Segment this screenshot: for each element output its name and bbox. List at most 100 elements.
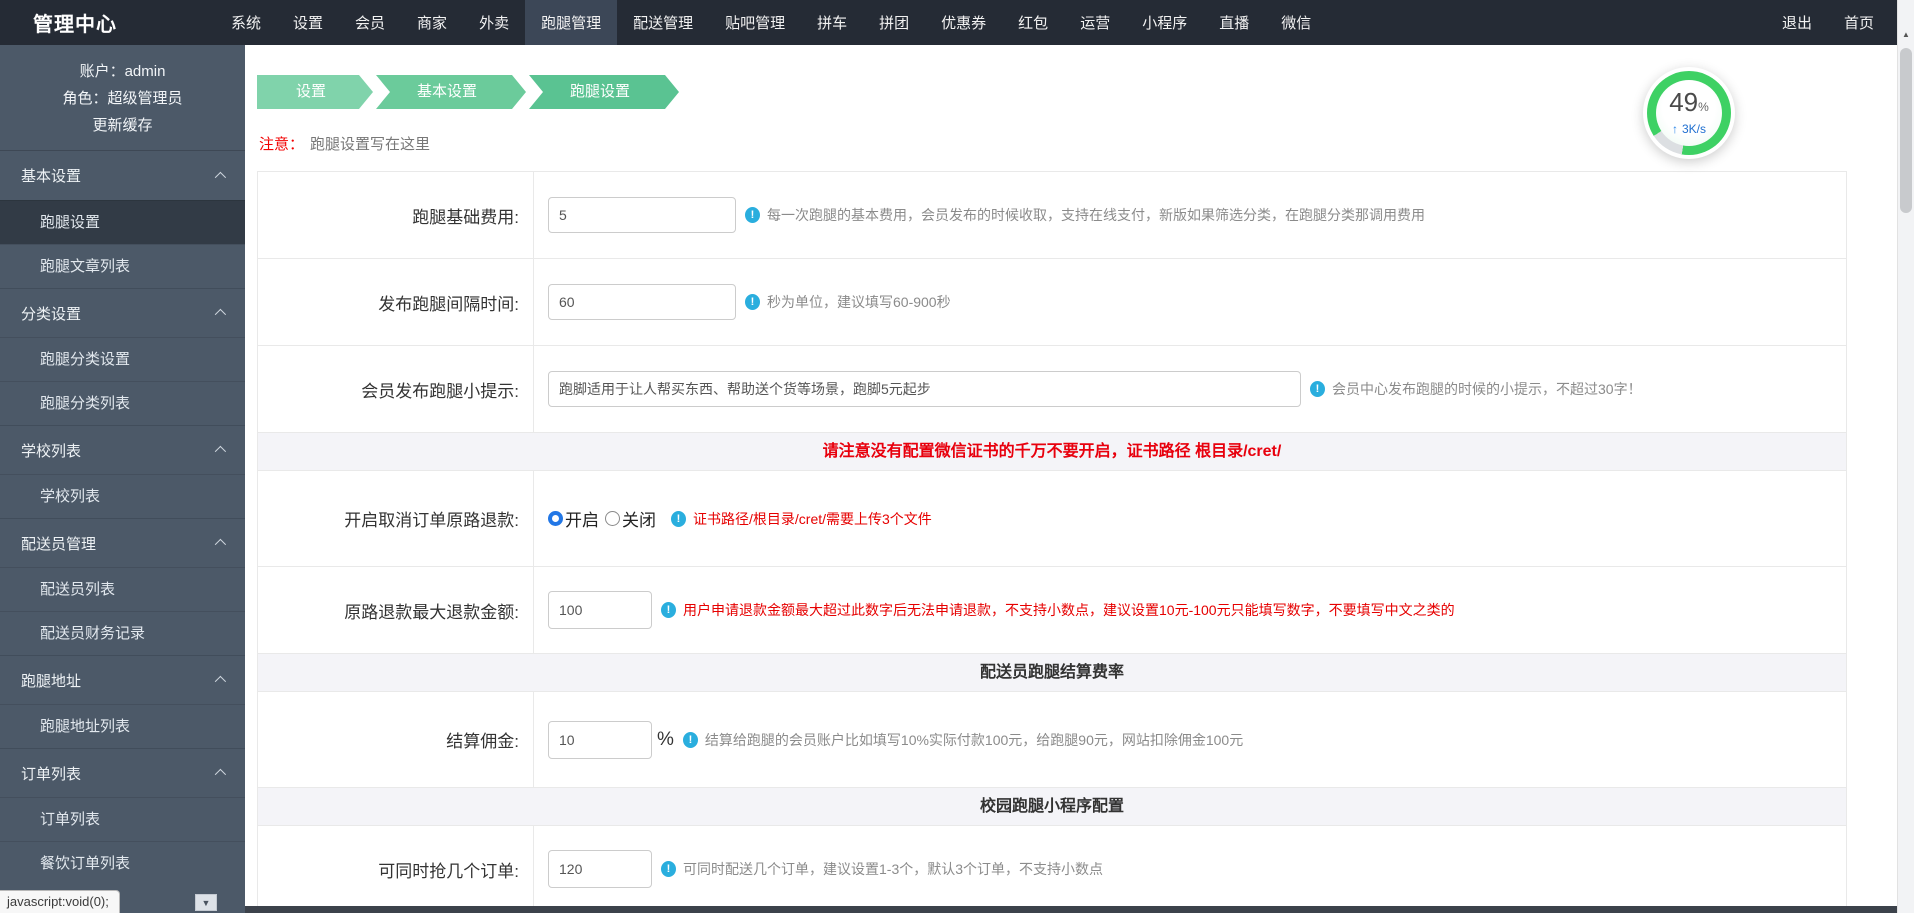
gauge-percent: 49% [1669,90,1709,119]
topbar-item-13[interactable]: 小程序 [1126,0,1203,45]
scrollbar-thumb[interactable] [1900,48,1912,213]
form-row-1: 发布跑腿间隔时间:!秒为单位，建议填写60-900秒 [258,259,1846,346]
topbar-item-5[interactable]: 跑腿管理 [525,0,617,45]
sidebar-item-5-0[interactable]: 订单列表 [0,797,245,841]
sidebar-group-header-4[interactable]: 跑腿地址 [0,655,245,704]
topbar-item-1[interactable]: 设置 [277,0,339,45]
topbar-item-15[interactable]: 微信 [1265,0,1327,45]
sidebar-item-5-1[interactable]: 餐饮订单列表 [0,841,245,885]
sidebar-menu: 基本设置跑腿设置跑腿文章列表分类设置跑腿分类设置跑腿分类列表学校列表学校列表配送… [0,151,245,885]
field-label-2: 会员发布跑腿小提示: [258,346,534,432]
field-label-0: 跑腿基础费用: [258,172,534,258]
vertical-scrollbar[interactable]: ▲ [1897,0,1914,913]
scroll-up-arrow-icon[interactable]: ▲ [1898,24,1914,44]
sidebar-item-1-0[interactable]: 跑腿分类设置 [0,337,245,381]
field-input-1[interactable] [548,284,736,320]
field-hint-5: 用户申请退款金额最大超过此数字后无法申请退款，不支持小数点，建议设置10元-10… [683,600,1455,620]
sidebar-group-title: 分类设置 [21,303,81,324]
topbar-menu: 系统设置会员商家外卖跑腿管理配送管理贴吧管理拼车拼团优惠券红包运营小程序直播微信 [215,0,1327,45]
topbar-item-2[interactable]: 会员 [339,0,401,45]
field-input-2[interactable] [548,371,1301,407]
breadcrumb-basic-settings[interactable]: 基本设置 [376,75,526,109]
radio-option-1[interactable]: 关闭 [605,506,656,531]
breadcrumb-settings[interactable]: 设置 [257,75,373,109]
field-hint-7: 结算给跑腿的会员账户比如填写10%实际付款100元，给跑腿90元，网站扣除佣金1… [705,730,1243,750]
info-icon: ! [671,511,686,527]
form-row-7: 结算佣金:%!结算给跑腿的会员账户比如填写10%实际付款100元，给跑腿90元，… [258,692,1846,788]
sidebar-group-header-5[interactable]: 订单列表 [0,748,245,797]
form-row-0: 跑腿基础费用:! 每一次跑腿的基本费用，会员发布的时候收取，支持在线支付，新版如果… [258,172,1846,259]
radio-option-label-0: 开启 [565,506,599,531]
field-label-7: 结算佣金: [258,692,534,787]
app-title: 管理中心 [0,0,215,45]
notice-text: 跑腿设置写在这里 [310,136,430,153]
network-gauge: 49% ↑3K/s [1643,67,1735,159]
status-tooltip: javascript:void(0); [0,890,120,913]
section-header: 校园跑腿小程序配置 [258,788,1846,826]
sidebar-item-3-1[interactable]: 配送员财务记录 [0,611,245,655]
refresh-cache-link[interactable]: 更新缓存 [6,112,239,139]
info-icon: ! [745,207,760,223]
gauge-ring: 49% ↑3K/s [1647,71,1731,155]
topbar-item-11[interactable]: 红包 [1002,0,1064,45]
percent-suffix: % [657,729,674,751]
topbar-item-0[interactable]: 系统 [215,0,277,45]
field-content-1: !秒为单位，建议填写60-900秒 [534,259,1846,345]
field-content-5: ! 用户申请退款金额最大超过此数字后无法申请退款，不支持小数点，建议设置10元-1… [534,567,1846,653]
topbar-item-9[interactable]: 拼团 [863,0,925,45]
radio-option-label-1: 关闭 [622,506,656,531]
chevron-up-icon [215,769,226,780]
topbar-right-item-1[interactable]: 首页 [1828,0,1890,45]
sidebar-item-3-0[interactable]: 配送员列表 [0,567,245,611]
field-content-0: ! 每一次跑腿的基本费用，会员发布的时候收取，支持在线支付，新版如果筛选分类，在跑… [534,172,1846,258]
warning-banner: 请注意没有配置微信证书的千万不要开启，证书路径 根目录/cret/ [258,433,1846,471]
sidebar-group-header-2[interactable]: 学校列表 [0,425,245,474]
topbar-item-10[interactable]: 优惠券 [925,0,1002,45]
sidebar-item-0-1[interactable]: 跑腿文章列表 [0,244,245,288]
field-content-7: %!结算给跑腿的会员账户比如填写10%实际付款100元，给跑腿90元，网站扣除佣… [534,692,1846,787]
chevron-up-icon [215,446,226,457]
section-header: 配送员跑腿结算费率 [258,654,1846,692]
sidebar-item-1-1[interactable]: 跑腿分类列表 [0,381,245,425]
settings-form: 跑腿基础费用:! 每一次跑腿的基本费用，会员发布的时候收取，支持在线支付，新版如果… [257,171,1847,913]
info-icon: ! [661,602,676,618]
field-hint-9: 可同时配送几个订单，建议设置1-3个，默认3个订单，不支持小数点 [683,859,1103,879]
radio-unselected-icon[interactable] [605,511,620,526]
sidebar-group-title: 基本设置 [21,165,81,186]
field-content-2: ! 会员中心发布跑腿的时候的小提示，不超过30字！ [534,346,1846,432]
topbar-item-8[interactable]: 拼车 [801,0,863,45]
sidebar-group-title: 学校列表 [21,440,81,461]
sidebar-scroll-down-button[interactable]: ▼ [195,894,217,911]
sidebar-group-header-1[interactable]: 分类设置 [0,288,245,337]
topbar-item-14[interactable]: 直播 [1203,0,1265,45]
field-input-7[interactable] [548,721,652,759]
topbar-item-4[interactable]: 外卖 [463,0,525,45]
radio-option-0[interactable]: 开启 [548,506,599,531]
topbar-item-12[interactable]: 运营 [1064,0,1126,45]
field-hint-4: 证书路径/根目录/cret/需要上传3个文件 [693,509,932,529]
sidebar-item-2-0[interactable]: 学校列表 [0,474,245,518]
topbar-item-3[interactable]: 商家 [401,0,463,45]
field-input-9[interactable] [548,850,652,888]
field-hint-0: 每一次跑腿的基本费用，会员发布的时候收取，支持在线支付，新版如果筛选分类，在跑腿… [767,205,1425,225]
breadcrumb-errand-settings[interactable]: 跑腿设置 [529,75,679,109]
sidebar: 账户：admin 角色：超级管理员 更新缓存 基本设置跑腿设置跑腿文章列表分类设… [0,45,245,913]
radio-selected-icon[interactable] [548,511,563,526]
chevron-up-icon [215,309,226,320]
topbar-item-7[interactable]: 贴吧管理 [709,0,801,45]
topbar-item-6[interactable]: 配送管理 [617,0,709,45]
info-icon: ! [1310,381,1325,397]
sidebar-item-0-0[interactable]: 跑腿设置 [0,200,245,244]
info-icon: ! [661,861,676,877]
field-hint-2: 会员中心发布跑腿的时候的小提示，不超过30字！ [1332,379,1642,399]
form-row-9: 可同时抢几个订单:!可同时配送几个订单，建议设置1-3个，默认3个订单，不支持小… [258,826,1846,913]
account-role: 角色：超级管理员 [6,85,239,112]
sidebar-group-header-3[interactable]: 配送员管理 [0,518,245,567]
gauge-speed: ↑3K/s [1672,122,1706,136]
topbar-right-item-0[interactable]: 退出 [1766,0,1828,45]
sidebar-item-4-0[interactable]: 跑腿地址列表 [0,704,245,748]
field-input-0[interactable] [548,197,736,233]
sidebar-group-header-0[interactable]: 基本设置 [0,151,245,200]
field-input-5[interactable] [548,591,652,629]
main-content: 设置 基本设置 跑腿设置 49% ↑3K/s 注意：跑腿设置写在这里 跑腿基础费… [245,45,1897,913]
